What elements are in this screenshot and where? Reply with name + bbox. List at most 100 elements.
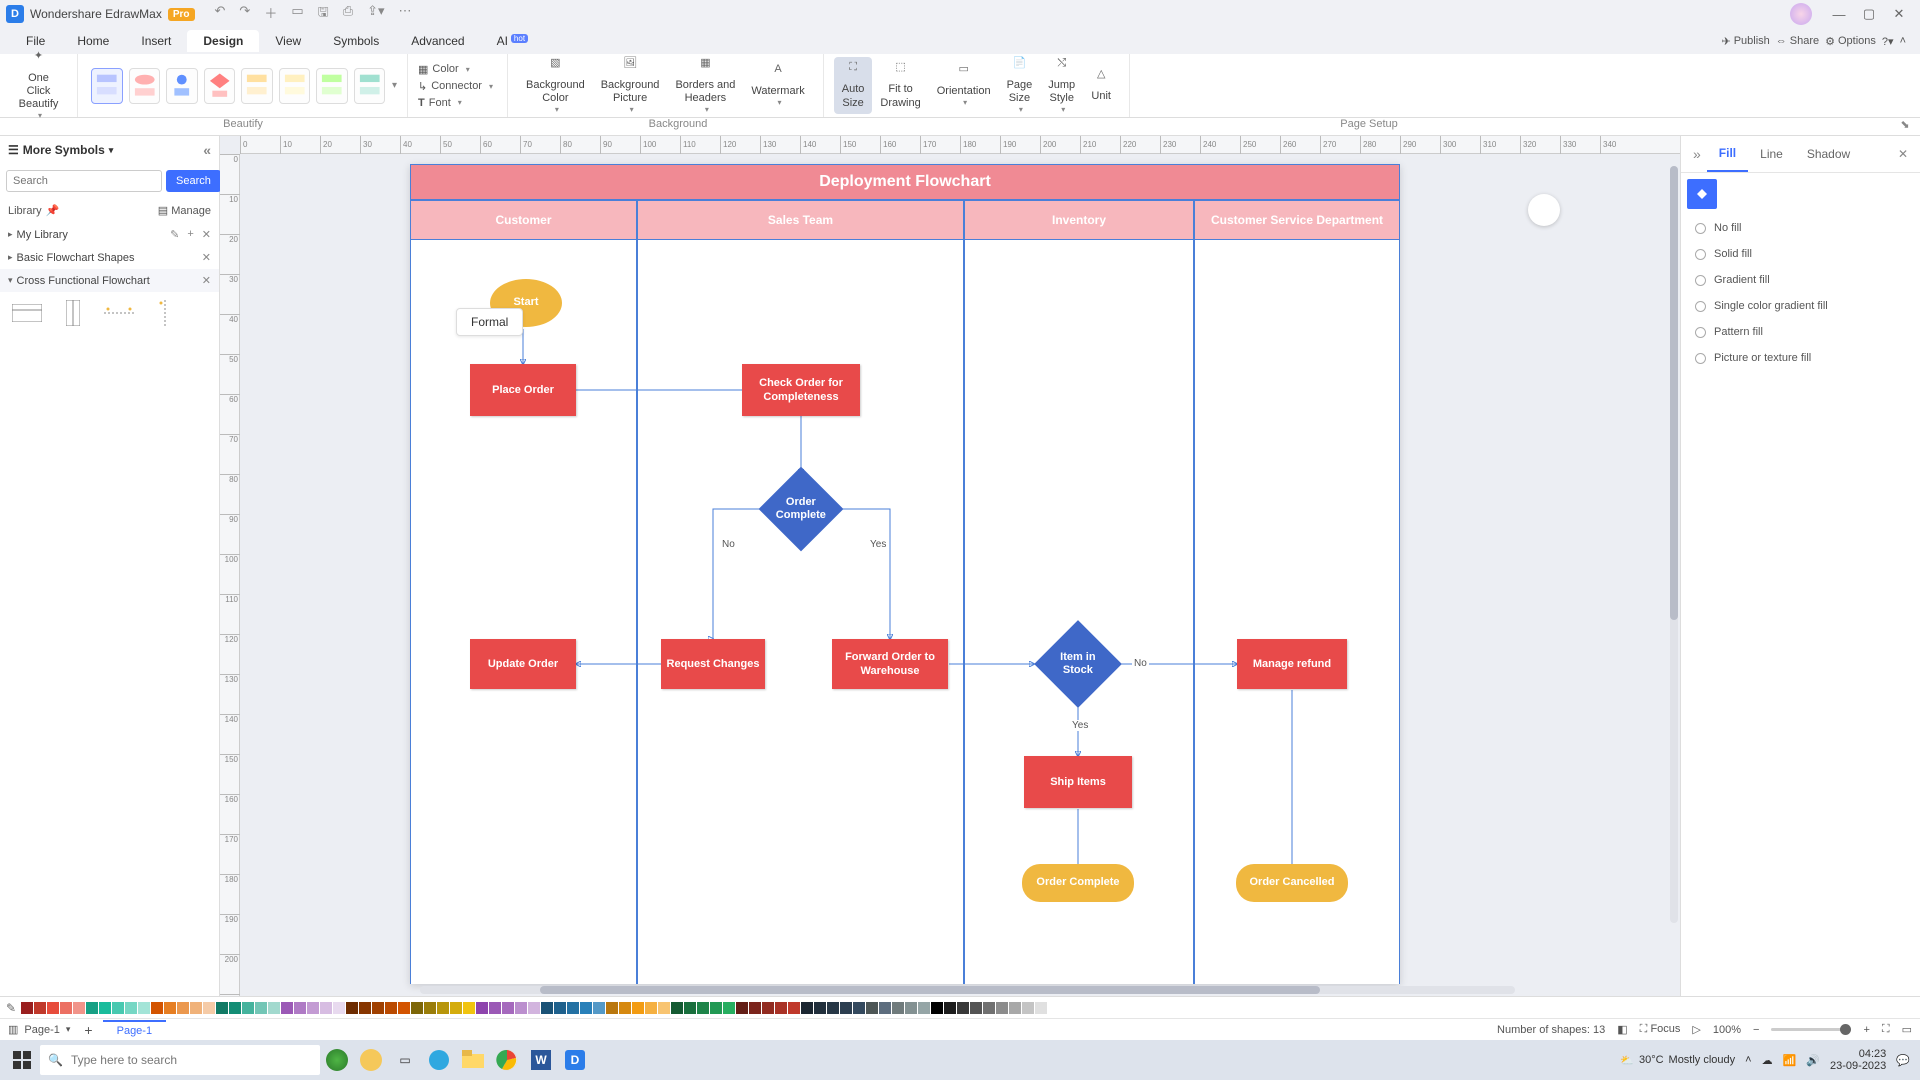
separator-h-shape[interactable]: [102, 300, 136, 326]
check-order-shape[interactable]: Check Order for Completeness: [742, 364, 860, 416]
open-icon[interactable]: ▭: [291, 3, 303, 25]
color-swatch[interactable]: [164, 1002, 176, 1014]
beautify-style-2[interactable]: [129, 68, 161, 104]
tab-fill[interactable]: Fill: [1707, 136, 1748, 172]
fill-option-none[interactable]: No fill: [1681, 215, 1920, 241]
save-icon[interactable]: 🖫: [318, 3, 329, 25]
tab-shadow[interactable]: Shadow: [1795, 137, 1862, 171]
color-swatch[interactable]: [385, 1002, 397, 1014]
horizontal-scrollbar[interactable]: [420, 986, 1515, 994]
color-swatch[interactable]: [957, 1002, 969, 1014]
new-icon[interactable]: ＋: [264, 3, 277, 25]
color-swatch[interactable]: [697, 1002, 709, 1014]
color-swatch[interactable]: [515, 1002, 527, 1014]
borders-button[interactable]: ▦Borders and Headers: [667, 53, 743, 119]
color-swatch[interactable]: [1022, 1002, 1034, 1014]
weather-widget-icon[interactable]: [354, 1043, 388, 1077]
minimize-button[interactable]: —: [1824, 7, 1854, 22]
focus-mode[interactable]: ⛶ Focus: [1640, 1023, 1681, 1036]
color-swatch[interactable]: [138, 1002, 150, 1014]
color-swatch[interactable]: [502, 1002, 514, 1014]
layers-icon[interactable]: ◧: [1617, 1023, 1627, 1036]
fill-option-solid[interactable]: Solid fill: [1681, 241, 1920, 267]
color-swatch[interactable]: [47, 1002, 59, 1014]
color-swatch[interactable]: [424, 1002, 436, 1014]
color-swatch[interactable]: [255, 1002, 267, 1014]
edit-icon[interactable]: ✎: [170, 228, 179, 241]
color-swatch[interactable]: [450, 1002, 462, 1014]
color-swatch[interactable]: [190, 1002, 202, 1014]
color-swatch[interactable]: [762, 1002, 774, 1014]
color-swatch[interactable]: [528, 1002, 540, 1014]
clock[interactable]: 04:2323-09-2023: [1830, 1048, 1886, 1072]
color-swatch[interactable]: [775, 1002, 787, 1014]
color-swatch[interactable]: [86, 1002, 98, 1014]
zoom-slider[interactable]: [1771, 1028, 1851, 1031]
fill-bucket-icon[interactable]: [1687, 179, 1717, 209]
color-swatch[interactable]: [710, 1002, 722, 1014]
color-swatch[interactable]: [567, 1002, 579, 1014]
color-swatch[interactable]: [580, 1002, 592, 1014]
menu-symbols[interactable]: Symbols: [317, 30, 395, 52]
qat-more-icon[interactable]: ⋯: [399, 3, 412, 25]
user-avatar[interactable]: [1790, 3, 1812, 25]
notifications-icon[interactable]: 💬: [1896, 1054, 1910, 1067]
color-swatch[interactable]: [177, 1002, 189, 1014]
zoom-out-button[interactable]: −: [1753, 1024, 1759, 1036]
menu-design[interactable]: Design: [187, 30, 259, 52]
hamburger-icon[interactable]: ☰: [8, 143, 19, 157]
color-swatch[interactable]: [996, 1002, 1008, 1014]
color-swatch[interactable]: [21, 1002, 33, 1014]
color-swatch[interactable]: [1035, 1002, 1047, 1014]
color-swatch[interactable]: [216, 1002, 228, 1014]
expand-panel-icon[interactable]: »: [1687, 140, 1707, 168]
color-swatch[interactable]: [931, 1002, 943, 1014]
color-swatch[interactable]: [125, 1002, 137, 1014]
color-swatch[interactable]: [320, 1002, 332, 1014]
color-swatch[interactable]: [281, 1002, 293, 1014]
search-button[interactable]: Search: [166, 170, 221, 192]
canvas[interactable]: 0102030405060708090100110120130140150160…: [220, 136, 1680, 996]
close-button[interactable]: ✕: [1884, 6, 1914, 22]
color-swatch[interactable]: [372, 1002, 384, 1014]
color-swatch[interactable]: [346, 1002, 358, 1014]
collapse-panel-icon[interactable]: «: [203, 142, 211, 158]
color-swatch[interactable]: [918, 1002, 930, 1014]
beautify-more-icon[interactable]: ▾: [392, 80, 397, 91]
vertical-scrollbar[interactable]: [1670, 166, 1678, 923]
order-complete-end[interactable]: Order Complete: [1022, 864, 1134, 902]
maximize-button[interactable]: ▢: [1854, 6, 1884, 22]
beautify-style-3[interactable]: [166, 68, 198, 104]
place-order-shape[interactable]: Place Order: [470, 364, 576, 416]
menu-advanced[interactable]: Advanced: [395, 30, 480, 52]
color-swatch[interactable]: [736, 1002, 748, 1014]
page-layout-icon[interactable]: ▥: [8, 1023, 18, 1036]
beautify-style-8[interactable]: [354, 68, 386, 104]
color-swatch[interactable]: [229, 1002, 241, 1014]
color-swatch[interactable]: [593, 1002, 605, 1014]
color-swatch[interactable]: [463, 1002, 475, 1014]
flowchart-title[interactable]: Deployment Flowchart: [410, 164, 1400, 200]
color-swatch[interactable]: [892, 1002, 904, 1014]
color-swatch[interactable]: [73, 1002, 85, 1014]
fill-option-gradient[interactable]: Gradient fill: [1681, 267, 1920, 293]
color-swatch[interactable]: [879, 1002, 891, 1014]
collapse-ribbon-icon[interactable]: ˄: [1900, 35, 1906, 47]
bg-picture-button[interactable]: 🖼Background Picture: [593, 53, 668, 119]
color-swatch[interactable]: [814, 1002, 826, 1014]
menu-insert[interactable]: Insert: [125, 30, 187, 52]
close-panel-icon[interactable]: ✕: [1892, 141, 1914, 167]
beautify-style-4[interactable]: [204, 68, 236, 104]
color-swatch[interactable]: [983, 1002, 995, 1014]
swimlane-v-shape[interactable]: [56, 300, 90, 326]
eyedropper-icon[interactable]: ✎: [6, 1001, 16, 1015]
edge-icon[interactable]: [422, 1043, 456, 1077]
color-swatch[interactable]: [658, 1002, 670, 1014]
fill-option-single-gradient[interactable]: Single color gradient fill: [1681, 293, 1920, 319]
tab-line[interactable]: Line: [1748, 137, 1795, 171]
order-cancelled-end[interactable]: Order Cancelled: [1236, 864, 1348, 902]
edrawmax-taskbar-icon[interactable]: D: [558, 1043, 592, 1077]
color-swatch[interactable]: [840, 1002, 852, 1014]
color-swatch[interactable]: [801, 1002, 813, 1014]
section-my-library[interactable]: ▸My Library ✎+✕: [0, 223, 219, 246]
